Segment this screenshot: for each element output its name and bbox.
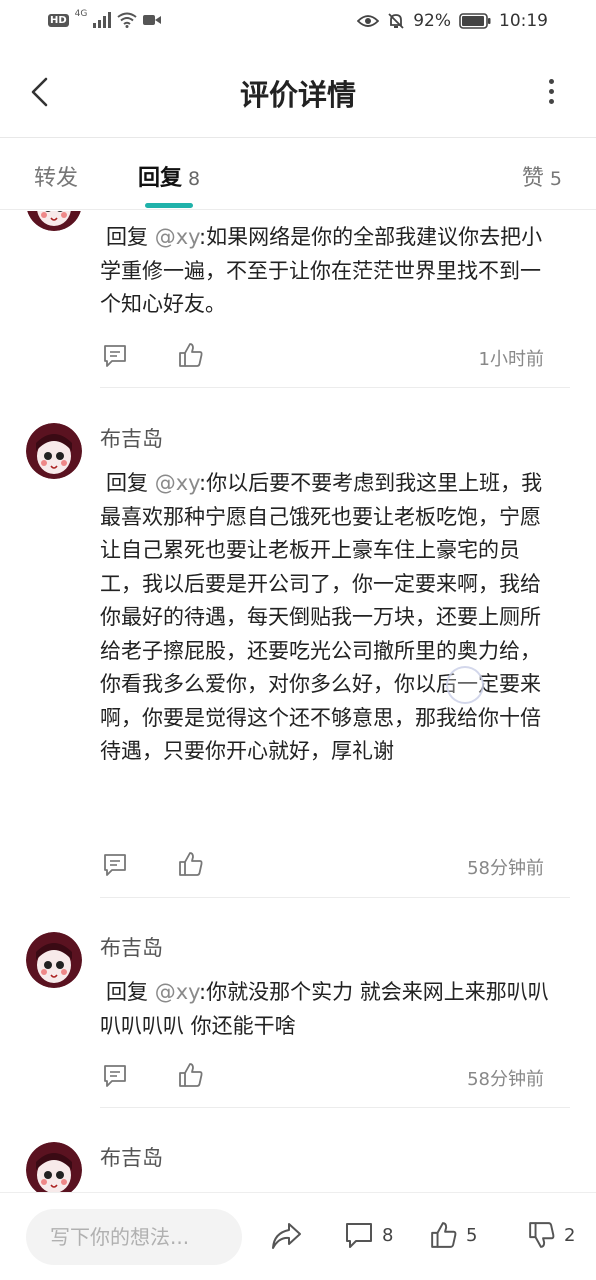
more-options-button[interactable] bbox=[536, 76, 566, 106]
avatar-face-icon bbox=[26, 1142, 82, 1192]
avatar-face-icon bbox=[26, 423, 82, 479]
comment-text: 回复 @xy:你就没那个实力 就会来网上来那叭叭叭叭叭叭 你还能干啥 bbox=[100, 976, 560, 1043]
mention-link[interactable]: @xy bbox=[155, 471, 199, 495]
wifi-icon bbox=[117, 12, 137, 28]
username[interactable]: 布吉岛 bbox=[100, 1142, 163, 1172]
avatar-face-icon bbox=[27, 211, 81, 231]
divider bbox=[100, 1107, 570, 1108]
tab-like[interactable]: 赞5 bbox=[522, 160, 562, 192]
tab-like-label: 赞 bbox=[521, 166, 544, 191]
divider bbox=[100, 387, 570, 388]
like-button[interactable] bbox=[178, 342, 204, 372]
thumbs-up-icon bbox=[431, 1222, 457, 1248]
tab-reply-count: 8 bbox=[188, 168, 201, 190]
bottom-action-bar: 写下你的想法... 8 5 2 bbox=[0, 1192, 596, 1280]
app-header: 评价详情 bbox=[0, 46, 596, 138]
like-button[interactable] bbox=[178, 1062, 204, 1092]
comment-body: :你以后要不要考虑到我这里上班，我最喜欢那种宁愿自己饿死也要让老板吃饱，宁愿让自… bbox=[100, 471, 543, 763]
more-dot-icon bbox=[548, 98, 554, 104]
username[interactable]: 布吉岛 bbox=[100, 932, 163, 962]
video-record-icon bbox=[143, 15, 162, 25]
like-count-button[interactable]: 5 bbox=[430, 1221, 477, 1249]
comment-icon bbox=[104, 854, 126, 876]
loading-spinner-icon bbox=[446, 666, 484, 704]
comment-actions: 58分钟前 bbox=[100, 1062, 550, 1092]
reply-prefix: 回复 bbox=[106, 980, 155, 1004]
network-type: 4G bbox=[74, 9, 88, 19]
comment-time: 58分钟前 bbox=[467, 858, 544, 879]
battery-percent: 92% bbox=[413, 11, 451, 31]
comment-actions: 1小时前 bbox=[100, 342, 550, 372]
thumbs-up-icon bbox=[179, 852, 203, 876]
tab-forward-label: 转发 bbox=[34, 166, 79, 191]
username[interactable]: 布吉岛 bbox=[100, 423, 163, 453]
hd-badge: HD bbox=[48, 13, 69, 27]
dislike-count-button[interactable]: 2 bbox=[528, 1221, 575, 1249]
reply-button[interactable] bbox=[102, 853, 128, 881]
avatar-face-icon bbox=[26, 932, 82, 988]
divider bbox=[100, 897, 570, 898]
reply-prefix: 回复 bbox=[106, 225, 155, 249]
clock: 10:19 bbox=[499, 11, 548, 31]
tab-reply-label: 回复 bbox=[138, 166, 183, 191]
mention-link[interactable]: @xy bbox=[155, 225, 199, 249]
tab-forward[interactable]: 转发 bbox=[34, 160, 78, 192]
more-dot-icon bbox=[548, 78, 554, 84]
reply-button[interactable] bbox=[102, 344, 128, 372]
more-dot-icon bbox=[548, 88, 554, 94]
reply-prefix: 回复 bbox=[106, 471, 155, 495]
mute-bell-icon bbox=[388, 13, 404, 29]
mention-link[interactable]: @xy bbox=[155, 980, 199, 1004]
like-count: 5 bbox=[466, 1224, 478, 1246]
comment-icon bbox=[104, 1065, 126, 1087]
tab-like-count: 5 bbox=[549, 168, 562, 190]
avatar[interactable] bbox=[26, 423, 82, 479]
page-title: 评价详情 bbox=[239, 78, 356, 112]
comment-icon bbox=[346, 1223, 372, 1248]
avatar[interactable] bbox=[26, 1142, 82, 1192]
comment-count: 8 bbox=[382, 1224, 394, 1246]
status-right: 92% 10:19 bbox=[357, 11, 548, 31]
reply-list[interactable]: 回复 @xy:如果网络是你的全部我建议你去把小学重修一遍，不至于让你在茫茫世界里… bbox=[0, 211, 596, 1192]
avatar[interactable] bbox=[26, 211, 82, 231]
thumbs-up-icon bbox=[179, 1063, 203, 1087]
comment-actions: 58分钟前 bbox=[100, 851, 550, 881]
thumbs-up-icon bbox=[179, 343, 203, 367]
signal-icon bbox=[93, 12, 112, 28]
dislike-count: 2 bbox=[564, 1224, 576, 1246]
comment-icon bbox=[104, 345, 126, 367]
thumbs-down-icon bbox=[529, 1222, 555, 1248]
battery-icon bbox=[459, 13, 491, 29]
comment-text: 回复 @xy:如果网络是你的全部我建议你去把小学重修一遍，不至于让你在茫茫世界里… bbox=[100, 221, 560, 322]
tab-reply[interactable]: 回复 8 bbox=[138, 160, 200, 192]
avatar[interactable] bbox=[26, 932, 82, 988]
tab-bar: 转发 回复 8 赞5 bbox=[0, 138, 596, 210]
share-button[interactable] bbox=[270, 1221, 302, 1251]
eye-icon bbox=[357, 15, 380, 27]
reply-button[interactable] bbox=[102, 1064, 128, 1092]
active-tab-indicator bbox=[145, 203, 193, 208]
comment-input[interactable]: 写下你的想法... bbox=[26, 1209, 242, 1265]
comment-count-button[interactable]: 8 bbox=[344, 1221, 393, 1249]
status-left: HD 4G bbox=[48, 9, 162, 28]
comment-time: 58分钟前 bbox=[467, 1069, 544, 1090]
share-icon bbox=[272, 1223, 301, 1249]
like-button[interactable] bbox=[178, 851, 204, 881]
status-bar: HD 4G 92% 10:19 bbox=[0, 0, 596, 46]
comment-time: 1小时前 bbox=[478, 349, 544, 370]
comment-text: 回复 @xy:你以后要不要考虑到我这里上班，我最喜欢那种宁愿自己饿死也要让老板吃… bbox=[100, 467, 560, 769]
